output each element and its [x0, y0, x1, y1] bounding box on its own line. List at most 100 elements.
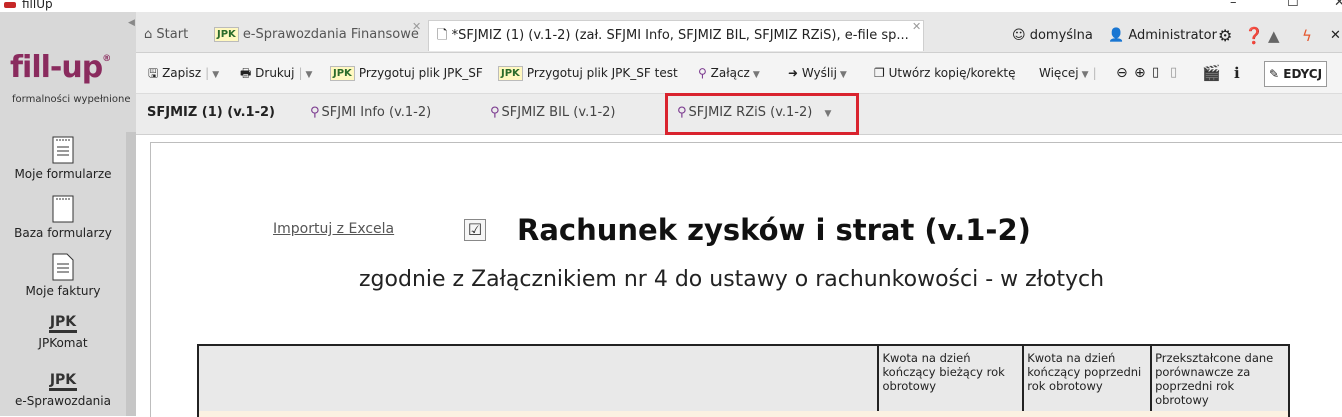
sidebar-item-label: JPKomat [38, 336, 88, 350]
clapboard-icon[interactable]: 🎬 [1202, 61, 1221, 85]
tab-e-sprawozdania[interactable]: JPK e-Sprawozdania Finansowe [214, 20, 419, 50]
info-icon[interactable]: ℹ [1234, 61, 1240, 85]
checkbox-icon[interactable]: ☑ [464, 219, 486, 241]
paperclip-icon: ⚲ [310, 105, 320, 120]
paperclip-icon: ⚲ [698, 66, 707, 80]
jpk-icon: JPK [49, 372, 77, 391]
document-subtitle: zgodnie z Załącznikiem nr 4 do ustawy o … [359, 267, 1105, 292]
close-icon[interactable]: ✕ [1330, 24, 1341, 48]
jpk-icon: JPK [498, 66, 523, 81]
gear-icon[interactable]: ⚙ [1218, 24, 1232, 48]
sidebar-item-moje-faktury[interactable]: Moje faktury [0, 253, 126, 298]
sidebar-item-jpkomat[interactable]: JPK JPKomat [0, 314, 126, 350]
copy-label: Utwórz kopię/korektę [888, 66, 1016, 80]
toolbar: 🖫 Zapisz | ▼ 🖶 Drukuj | ▼ JPK Przygotuj plik … [136, 53, 1342, 94]
profile-label: domyślna [1029, 28, 1093, 43]
copy-icon: ❐ [874, 66, 885, 80]
zoom-out-icon[interactable]: ⊖ [1116, 61, 1128, 85]
window-title: fillUp [22, 0, 53, 11]
sidebar-scrollbar[interactable] [126, 132, 136, 416]
document-page: Importuj z Excela ☑ Rachunek zysków i st… [150, 142, 1342, 417]
jpk-icon: JPK [49, 314, 77, 333]
logo-text: fill-up [10, 50, 103, 85]
send-label: Wyślij [801, 66, 837, 80]
collapse-arrow-icon[interactable]: ◀ [128, 18, 135, 28]
close-window-button[interactable]: ✕ [1334, 0, 1342, 10]
divider: | [298, 66, 303, 80]
chevron-down-icon[interactable]: ▼ [306, 70, 313, 80]
prepare-jpk-test-button[interactable]: JPK Przygotuj plik JPK_SF test [498, 61, 678, 85]
edit-mode-button[interactable]: ✎ EDYCJ [1264, 61, 1328, 87]
chevron-down-icon: ▼ [1081, 70, 1089, 80]
chevron-down-icon: ▼ [839, 70, 847, 80]
tab-sfjmiz-active[interactable]: 🗋 *SFJMIZ (1) (v.1-2) (zał. SFJMI Info, … [428, 20, 924, 51]
zoom-in-icon[interactable]: ⊕ [1134, 61, 1146, 85]
sidebar-item-moje-formularze[interactable]: Moje formularze [0, 136, 126, 181]
sidebar-item-baza-formularzy[interactable]: Baza formularzy [0, 195, 126, 240]
sidebar-item-label: Moje faktury [25, 284, 101, 298]
tagline: formalności wypełnione [12, 94, 131, 105]
print-button[interactable]: 🖶 Drukuj | ▼ [240, 61, 312, 85]
close-tab-icon[interactable]: ✕ [912, 20, 921, 33]
table-header-cell: Kwota na dzień kończący bieżący rok obro… [877, 344, 1025, 414]
copy-correction-button[interactable]: ❐ Utwórz kopię/korektę [874, 61, 1015, 85]
table-header-cell: Kwota na dzień kończący poprzedni rok ob… [1022, 344, 1153, 414]
table-header-cell: Przekształcone dane porównawcze za poprz… [1150, 344, 1290, 414]
sidebar-item-label: e-Sprawozdania [15, 394, 111, 408]
maximize-button[interactable]: ☐ [1287, 0, 1299, 10]
tab-label: *SFJMIZ (1) (v.1-2) (zał. SFJMI Info, SF… [451, 28, 909, 43]
tab-label: Start [156, 27, 189, 42]
divider: | [1092, 66, 1097, 80]
page-icon[interactable]: ▯ [1170, 61, 1177, 85]
chevron-down-icon[interactable]: ▼ [212, 70, 219, 80]
close-tab-icon[interactable]: ✕ [412, 20, 421, 33]
user-menu[interactable]: 👤 Administrator [1108, 24, 1217, 48]
sidebar: fill-up® formalności wypełnione Moje for… [0, 12, 136, 416]
sidebar-item-e-sprawozdania[interactable]: JPK e-Sprawozdania [0, 372, 126, 408]
prepare-jpk-label: Przygotuj plik JPK_SF [358, 66, 483, 80]
invoice-icon [52, 253, 74, 281]
jpk-icon: JPK [214, 27, 239, 42]
logo: fill-up® [10, 50, 111, 85]
send-button[interactable]: ➜ Wyślij ▼ [788, 61, 847, 85]
more-button[interactable]: Więcej ▼ | [1039, 61, 1097, 85]
form-base-icon [52, 195, 74, 223]
form-list-icon [52, 136, 74, 164]
edit-icon: ✎ [1269, 67, 1280, 81]
attach-button[interactable]: ⚲ Załącz ▼ [698, 61, 760, 85]
table-header-cell [196, 344, 880, 414]
doc-tab-bil[interactable]: ⚲ SFJMIZ BIL (v.1-2) [490, 105, 616, 120]
more-label: Więcej [1039, 66, 1079, 80]
logo-registered: ® [102, 54, 111, 64]
chevron-down-icon: ▼ [752, 70, 760, 80]
mask-icon: ☺ [1012, 28, 1026, 43]
help-icon[interactable]: ❓ [1244, 24, 1264, 48]
doc-tab-label: SFJMI Info (v.1-2) [321, 105, 432, 120]
save-button[interactable]: 🖫 Zapisz | ▼ [148, 61, 219, 85]
printer-icon: 🖶 [240, 66, 252, 80]
fit-page-icon[interactable]: ▯ [1152, 61, 1159, 85]
tab-bar: ◀ ⌂ Start JPK e-Sprawozdania Finansowe ✕ … [128, 12, 1342, 53]
edit-label: EDYCJ [1283, 67, 1323, 81]
doc-tab-info[interactable]: ⚲ SFJMI Info (v.1-2) [310, 105, 431, 120]
tab-start[interactable]: ⌂ Start [144, 20, 188, 50]
doc-tab-main[interactable]: SFJMIZ (1) (v.1-2) [147, 105, 275, 120]
user-icon: 👤 [1108, 28, 1125, 43]
tab-label: e-Sprawozdania Finansowe [242, 27, 419, 42]
home-icon: ⌂ [144, 27, 153, 42]
cloud-icon[interactable]: ▲ [1268, 24, 1280, 48]
import-excel-link[interactable]: Importuj z Excela [273, 221, 394, 237]
flash-icon[interactable]: ϟ [1302, 24, 1312, 48]
highlight-box [665, 93, 859, 135]
divider: | [205, 66, 210, 80]
table-header-row: Kwota na dzień kończący bieżący rok obro… [196, 344, 1290, 414]
app-icon [4, 2, 16, 8]
minimize-button[interactable]: – [1230, 0, 1237, 10]
profile-selector[interactable]: ☺ domyślna [1012, 24, 1093, 48]
rzis-table: Kwota na dzień kończący bieżący rok obro… [196, 344, 1290, 414]
paperclip-icon: ⚲ [490, 105, 500, 120]
attach-label: Załącz [710, 66, 750, 80]
prepare-jpk-button[interactable]: JPK Przygotuj plik JPK_SF [330, 61, 483, 85]
jpk-icon: JPK [330, 66, 355, 81]
table-row [197, 411, 1290, 417]
